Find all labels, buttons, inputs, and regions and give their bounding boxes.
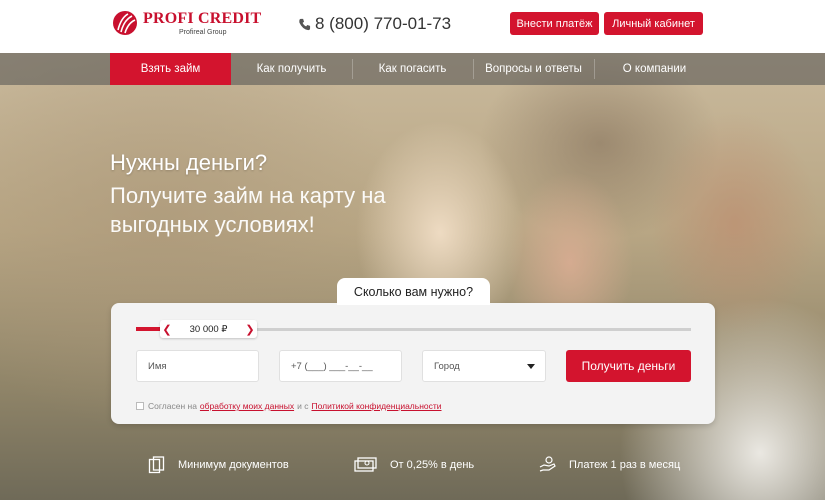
logo[interactable]: PROFI CREDIT Profireal Group — [112, 10, 261, 37]
site-header: PROFI CREDIT Profireal Group 8 (800) 770… — [0, 0, 825, 53]
amount-value: 30 000 ₽ — [189, 323, 228, 335]
amount-slider-handle[interactable]: ❮ 30 000 ₽ ❯ — [160, 320, 257, 338]
nav-item-about[interactable]: О компании — [594, 53, 715, 85]
feature-rate-label: От 0,25% в день — [390, 459, 475, 471]
phone-input[interactable]: +7 (___) ___-__-__ — [279, 350, 402, 382]
consent-text-1: Согласен на — [148, 401, 197, 411]
hand-coin-icon — [539, 456, 556, 472]
nav-item-faq[interactable]: Вопросы и ответы — [473, 53, 594, 85]
nav-item-take-loan[interactable]: Взять займ — [110, 53, 231, 85]
amount-slider-fill — [136, 327, 161, 331]
phone-text: 8 (800) 770-01-73 — [315, 14, 452, 33]
consent-text-2: и с — [297, 401, 309, 411]
personal-cabinet-button[interactable]: Личный кабинет — [604, 12, 703, 35]
name-input[interactable]: Имя — [136, 350, 259, 382]
consent-row: Согласен на обработку моих данных и с По… — [136, 401, 445, 411]
feature-payment: Платеж 1 раз в месяц — [539, 456, 680, 474]
nav-item-how-to-get[interactable]: Как получить — [231, 53, 352, 85]
main-nav: Взять займ Как получить Как погасить Воп… — [0, 53, 825, 85]
feature-payment-label: Платеж 1 раз в месяц — [569, 459, 681, 471]
consent-checkbox[interactable] — [136, 402, 144, 410]
get-money-button[interactable]: Получить деньги — [566, 350, 691, 382]
logo-subtitle: Profireal Group — [179, 29, 227, 36]
feature-documents-label: Минимум документов — [178, 459, 289, 471]
hero-background — [0, 53, 825, 500]
chevron-down-icon — [527, 363, 535, 369]
hero-title: Нужны деньги? — [110, 150, 268, 175]
data-processing-link[interactable]: обработку моих данных — [200, 401, 294, 411]
phone-number[interactable]: 8 (800) 770-01-73 — [298, 14, 451, 34]
documents-icon — [148, 456, 165, 474]
nav-item-how-to-repay[interactable]: Как погасить — [352, 53, 473, 85]
decrease-amount-icon[interactable]: ❮ — [160, 320, 174, 338]
hero-subtitle: Получите займ на карту на выгодных услов… — [110, 183, 386, 237]
feature-documents: Минимум документов — [148, 456, 289, 474]
city-placeholder: Город — [434, 360, 460, 372]
privacy-policy-link[interactable]: Политикой конфиденциальности — [311, 401, 441, 411]
phone-placeholder: +7 (___) ___-__-__ — [291, 360, 373, 372]
logo-mark-icon — [113, 11, 137, 35]
phone-icon — [299, 18, 311, 30]
increase-amount-icon[interactable]: ❯ — [243, 320, 257, 338]
money-icon — [354, 457, 377, 472]
pay-button[interactable]: Внести платёж — [510, 12, 599, 35]
city-select[interactable]: Город — [422, 350, 546, 382]
amount-tab: Сколько вам нужно? — [337, 278, 490, 305]
name-placeholder: Имя — [148, 360, 167, 372]
feature-rate: От 0,25% в день — [354, 456, 474, 474]
logo-name: PROFI CREDIT — [143, 10, 262, 27]
